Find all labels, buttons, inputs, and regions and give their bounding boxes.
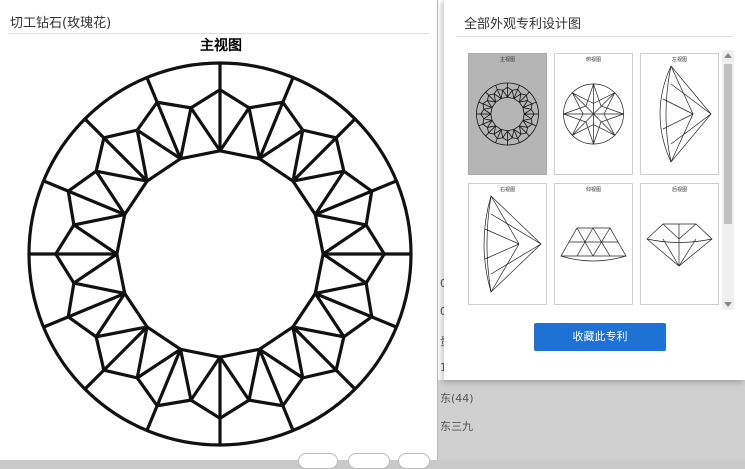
- thumbnail-image: [646, 223, 713, 267]
- thumbnail-top-view[interactable]: 俯视图: [554, 53, 633, 175]
- thumbnail-right-view[interactable]: 右视图: [468, 183, 547, 305]
- modal-title: 切工钻石(玫瑰花): [10, 16, 112, 31]
- thumbnail-left-view[interactable]: 左视图: [640, 53, 719, 175]
- background-panel: [430, 380, 745, 460]
- drawing-viewer-modal: 切工钻石(玫瑰花) 主视图: [0, 0, 438, 469]
- scroll-thumb[interactable]: [724, 64, 732, 224]
- zoom-out-button[interactable]: [348, 453, 390, 469]
- thumbnail-label: 左视图: [671, 57, 687, 63]
- thumbnail-label: 后视图: [671, 187, 687, 193]
- thumbnail-label: 俯视图: [585, 57, 601, 63]
- thumbnail-label: 右视图: [499, 187, 515, 193]
- rotate-button[interactable]: [398, 453, 430, 469]
- thumbnail-label: 主视图: [499, 57, 515, 63]
- thumbnail-image: [483, 195, 542, 293]
- scroll-down-arrow[interactable]: [724, 302, 732, 307]
- thumbnail-back-view[interactable]: 后视图: [640, 183, 719, 305]
- rose-cut-diamond-drawing: [27, 61, 413, 447]
- thumbnail-bottom-view[interactable]: 仰视图: [554, 183, 633, 305]
- divider: [8, 33, 429, 34]
- main-drawing: 主视图: [27, 37, 413, 447]
- thumbnail-image: [560, 227, 627, 262]
- thumbnail-image: [659, 65, 712, 163]
- modal-title: 全部外观专利设计图: [464, 17, 582, 32]
- scrollbar[interactable]: [722, 50, 734, 310]
- thumbnail-front-view[interactable]: 主视图: [468, 53, 547, 175]
- thumbnail-image: [476, 82, 539, 146]
- divider: [456, 36, 733, 37]
- thumbnail-image: [562, 82, 625, 146]
- thumbnail-label: 仰视图: [585, 187, 601, 193]
- background-text: 东三九: [440, 420, 473, 433]
- drawing-title: 主视图: [200, 37, 242, 54]
- zoom-in-button[interactable]: [298, 453, 338, 469]
- scroll-up-arrow[interactable]: [724, 53, 732, 58]
- favorite-patent-button[interactable]: 收藏此专利: [534, 323, 666, 351]
- background-text: 东(44): [440, 392, 474, 405]
